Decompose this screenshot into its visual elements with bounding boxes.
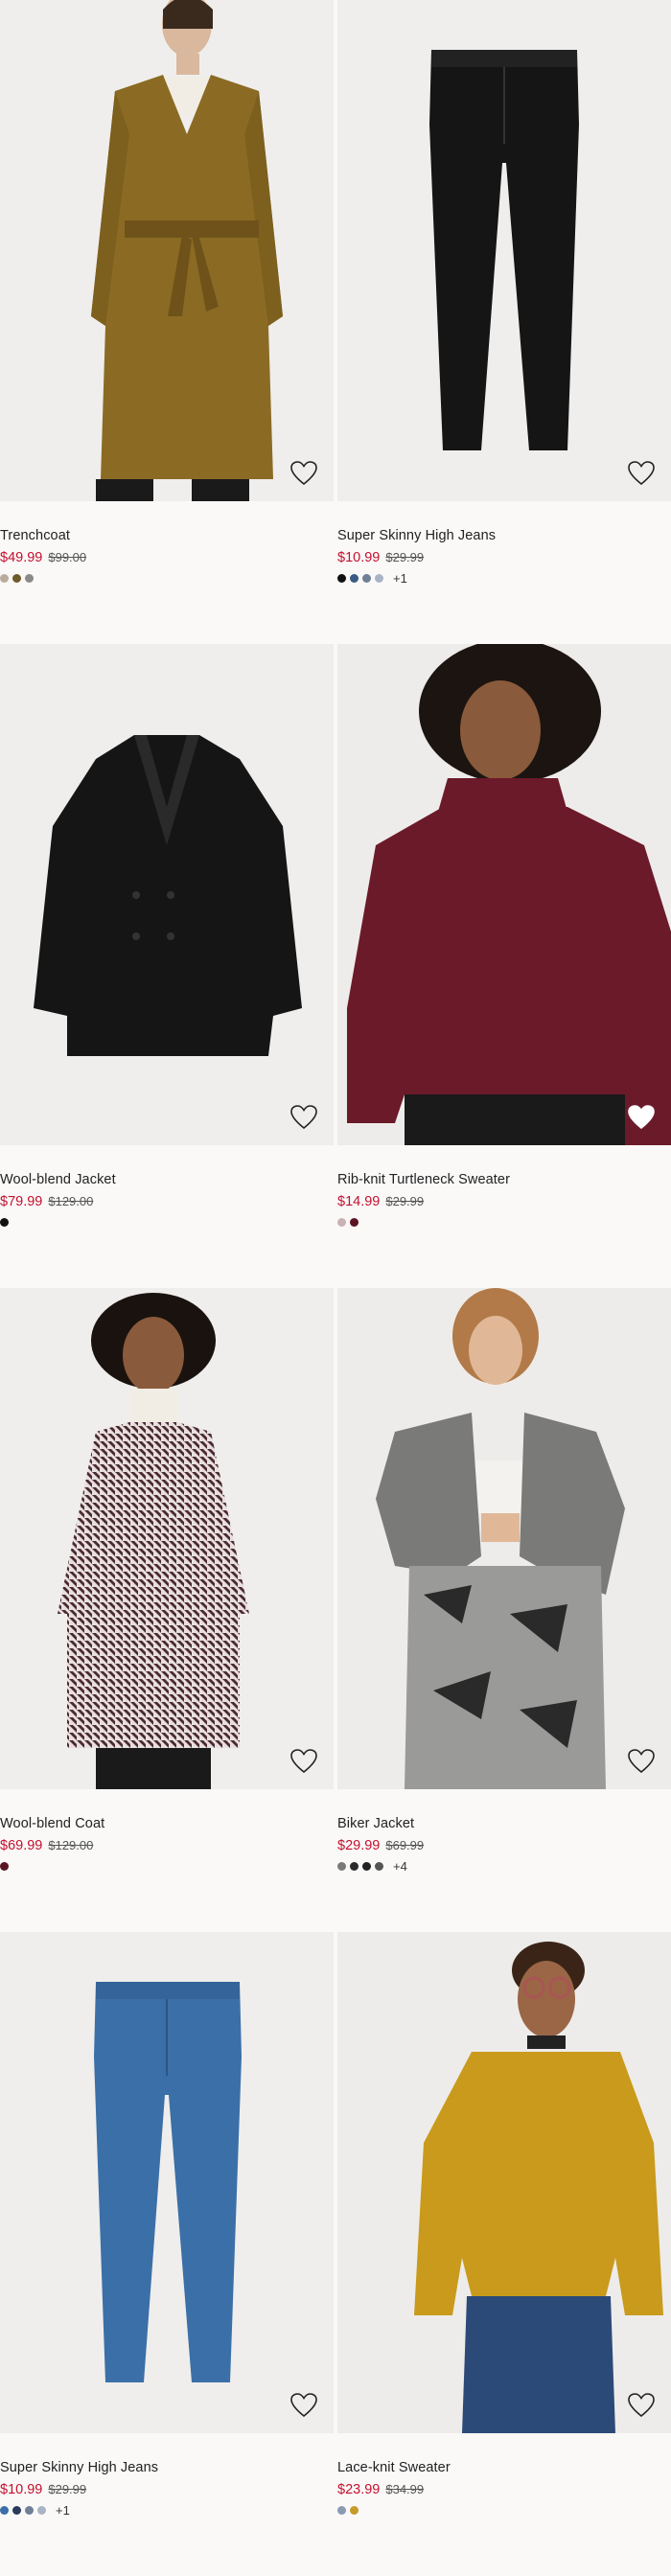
original-price: $34.99 (385, 2482, 425, 2496)
product-card[interactable]: Biker Jacket $29.99 $69.99 +4 (337, 1288, 671, 1932)
product-name[interactable]: Biker Jacket (337, 1815, 671, 1832)
color-swatches (0, 571, 334, 585)
color-swatch[interactable] (0, 573, 9, 583)
sale-price: $23.99 (337, 2482, 381, 2497)
color-swatch[interactable] (337, 1861, 346, 1871)
original-price: $29.99 (48, 2482, 87, 2496)
product-card[interactable]: Super Skinny High Jeans $10.99 $29.99 +1 (0, 1932, 334, 2576)
color-swatch[interactable] (337, 573, 346, 583)
more-colors-count[interactable]: +4 (393, 1859, 407, 1874)
color-swatches (0, 1859, 334, 1873)
product-grid: Trenchcoat $49.99 $99.00 Super Skinny Hi… (0, 0, 671, 2576)
original-price: $29.99 (385, 1194, 425, 1208)
favorite-heart-icon[interactable] (289, 2391, 318, 2420)
product-name[interactable]: Trenchcoat (0, 527, 334, 544)
color-swatch[interactable] (12, 573, 21, 583)
color-swatch[interactable] (350, 573, 359, 583)
product-prices: $10.99 $29.99 (0, 2481, 334, 2498)
color-swatch[interactable] (25, 573, 34, 583)
product-image[interactable] (337, 1288, 671, 1789)
favorite-heart-icon[interactable] (627, 459, 656, 488)
product-name[interactable]: Super Skinny High Jeans (0, 2459, 334, 2476)
color-swatches (337, 2503, 671, 2517)
product-image[interactable] (0, 644, 334, 1145)
product-image[interactable] (337, 0, 671, 501)
color-swatch[interactable] (350, 2505, 359, 2515)
product-prices: $10.99 $29.99 (337, 549, 671, 566)
color-swatch[interactable] (337, 1217, 346, 1227)
product-image[interactable] (337, 644, 671, 1145)
sale-price: $10.99 (337, 550, 381, 565)
color-swatch[interactable] (350, 1217, 359, 1227)
color-swatch[interactable] (0, 2505, 9, 2515)
product-name[interactable]: Rib-knit Turtleneck Sweater (337, 1171, 671, 1188)
product-name[interactable]: Wool-blend Coat (0, 1815, 334, 1832)
original-price: $29.99 (385, 550, 425, 564)
product-name[interactable]: Lace-knit Sweater (337, 2459, 671, 2476)
product-card[interactable]: Super Skinny High Jeans $10.99 $29.99 +1 (337, 0, 671, 644)
product-card[interactable]: Rib-knit Turtleneck Sweater $14.99 $29.99 (337, 644, 671, 1288)
houndstooth-coat-model-image (0, 1288, 334, 1789)
sale-price: $14.99 (337, 1194, 381, 1209)
favorite-heart-icon[interactable] (627, 1103, 656, 1132)
product-image[interactable] (337, 1932, 671, 2433)
product-prices: $14.99 $29.99 (337, 1193, 671, 1210)
color-swatches (0, 1215, 334, 1229)
more-colors-count[interactable]: +1 (393, 571, 407, 586)
original-price: $69.99 (385, 1838, 425, 1852)
black-wool-jacket-image (0, 644, 334, 1145)
color-swatches: +4 (337, 1859, 671, 1874)
product-card[interactable]: Wool-blend Jacket $79.99 $129.00 (0, 644, 334, 1288)
sale-price: $69.99 (0, 1838, 43, 1853)
product-card[interactable]: Trenchcoat $49.99 $99.00 (0, 0, 334, 644)
blue-jeans-image (0, 1932, 334, 2433)
color-swatch[interactable] (362, 1861, 371, 1871)
favorite-heart-icon[interactable] (289, 1103, 318, 1132)
product-prices: $49.99 $99.00 (0, 549, 334, 566)
product-prices: $29.99 $69.99 (337, 1837, 671, 1854)
product-image[interactable] (0, 1288, 334, 1789)
color-swatch[interactable] (337, 2505, 346, 2515)
color-swatch[interactable] (12, 2505, 21, 2515)
color-swatch[interactable] (375, 1861, 383, 1871)
sale-price: $49.99 (0, 550, 43, 565)
color-swatch[interactable] (0, 1861, 9, 1871)
product-prices: $23.99 $34.99 (337, 2481, 671, 2498)
favorite-heart-icon[interactable] (289, 1747, 318, 1776)
black-jeans-image (337, 0, 671, 501)
color-swatch[interactable] (25, 2505, 34, 2515)
color-swatch[interactable] (362, 573, 371, 583)
favorite-heart-icon[interactable] (627, 1747, 656, 1776)
sale-price: $10.99 (0, 2482, 43, 2497)
product-name[interactable]: Super Skinny High Jeans (337, 527, 671, 544)
original-price: $129.00 (48, 1838, 94, 1852)
color-swatches (337, 1215, 671, 1229)
mustard-sweater-model-image (337, 1932, 671, 2433)
product-prices: $69.99 $129.00 (0, 1837, 334, 1854)
color-swatch[interactable] (350, 1861, 359, 1871)
grey-biker-jacket-model-image (337, 1288, 671, 1789)
trenchcoat-model-image (0, 0, 334, 501)
favorite-heart-icon[interactable] (627, 2391, 656, 2420)
product-name[interactable]: Wool-blend Jacket (0, 1171, 334, 1188)
more-colors-count[interactable]: +1 (56, 2503, 70, 2518)
product-card[interactable]: Lace-knit Sweater $23.99 $34.99 (337, 1932, 671, 2576)
sale-price: $29.99 (337, 1838, 381, 1853)
color-swatch[interactable] (375, 573, 383, 583)
original-price: $129.00 (48, 1194, 94, 1208)
color-swatches: +1 (0, 2503, 334, 2518)
favorite-heart-icon[interactable] (289, 459, 318, 488)
original-price: $99.00 (48, 550, 87, 564)
product-prices: $79.99 $129.00 (0, 1193, 334, 1210)
product-image[interactable] (0, 1932, 334, 2433)
burgundy-sweater-model-image (337, 644, 671, 1145)
color-swatch[interactable] (37, 2505, 46, 2515)
color-swatch[interactable] (0, 1217, 9, 1227)
product-card[interactable]: Wool-blend Coat $69.99 $129.00 (0, 1288, 334, 1932)
sale-price: $79.99 (0, 1194, 43, 1209)
color-swatches: +1 (337, 571, 671, 586)
product-image[interactable] (0, 0, 334, 501)
